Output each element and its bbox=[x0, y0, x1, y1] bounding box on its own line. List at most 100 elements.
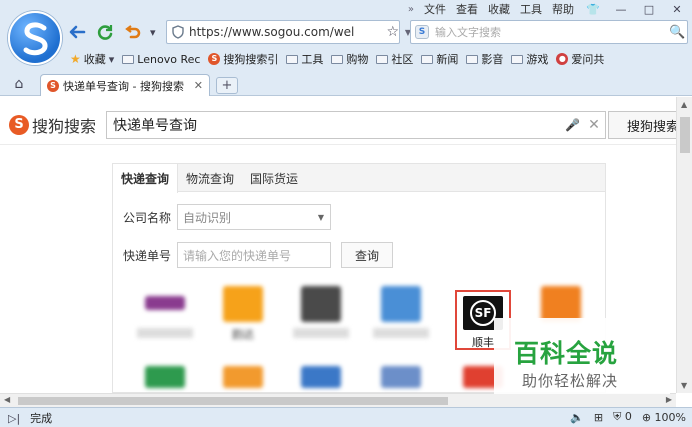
bookmark-label: 搜狗搜索引 bbox=[223, 53, 279, 66]
shield-icon bbox=[172, 25, 184, 39]
courier-logo[interactable] bbox=[223, 366, 263, 388]
bookmark-item[interactable]: 游戏 bbox=[511, 51, 548, 67]
folder-icon bbox=[511, 54, 524, 64]
menu-help[interactable]: 帮助 bbox=[552, 1, 574, 17]
search-engine-icon[interactable]: S bbox=[415, 25, 429, 39]
bookmark-item[interactable]: 影音 bbox=[466, 51, 503, 67]
person-icon: ● bbox=[556, 53, 569, 65]
tab-favicon-icon: S bbox=[47, 79, 59, 92]
scroll-thumb[interactable] bbox=[680, 117, 690, 153]
speaker-icon[interactable]: 🔈 bbox=[570, 411, 584, 424]
company-row: 公司名称 自动识别 ▼ bbox=[123, 204, 332, 230]
chevron-down-icon: ▾ bbox=[108, 52, 115, 66]
close-tab-icon[interactable]: ✕ bbox=[194, 79, 203, 92]
folder-icon bbox=[421, 54, 434, 64]
minimize-icon[interactable]: — bbox=[612, 3, 630, 16]
query-button[interactable]: 查询 bbox=[341, 242, 394, 268]
address-url[interactable]: https://www.sogou.com/wel bbox=[189, 25, 382, 39]
favorites-star-icon: ★ bbox=[70, 52, 81, 66]
sogou-small-icon: S bbox=[208, 53, 221, 65]
sogou-search-button[interactable]: 搜狗搜索 bbox=[608, 111, 676, 139]
tab-international[interactable]: 国际货运 bbox=[242, 164, 306, 192]
scroll-up-icon[interactable]: ▲ bbox=[681, 100, 687, 109]
menu-view[interactable]: 查看 bbox=[456, 1, 478, 17]
undo-icon bbox=[125, 25, 141, 39]
bookmark-star-icon[interactable]: ☆ bbox=[386, 24, 399, 40]
home-icon[interactable]: ⌂ bbox=[10, 76, 28, 92]
blocked-count: 0 bbox=[624, 410, 632, 423]
bookmark-item[interactable]: S 搜狗搜索引 bbox=[208, 51, 278, 67]
bookmark-item[interactable]: ● 爱问共 bbox=[556, 51, 604, 67]
toolbar-search-box[interactable]: S 输入文字搜索 🔍 bbox=[410, 20, 688, 44]
zoom-control[interactable]: ⊕ 100% bbox=[642, 411, 686, 424]
bookmark-item[interactable]: 新闻 bbox=[421, 51, 458, 67]
sogou-header: S 搜狗搜索 快递单号查询 🎤 ✕ 搜狗搜索 bbox=[0, 97, 676, 145]
undo-close-button[interactable] bbox=[122, 21, 144, 43]
menu-file[interactable]: 文件 bbox=[424, 1, 446, 17]
folder-icon bbox=[331, 54, 344, 64]
bookmark-item[interactable]: 工具 bbox=[286, 51, 323, 67]
courier-logo[interactable] bbox=[381, 286, 421, 322]
query-text[interactable]: 快递单号查询 bbox=[113, 115, 565, 135]
vertical-scrollbar[interactable]: ▲ ▼ bbox=[676, 97, 692, 393]
new-tab-button[interactable]: + bbox=[216, 77, 238, 94]
bookmark-label: 游戏 bbox=[526, 53, 549, 66]
bookmark-item[interactable]: 购物 bbox=[331, 51, 368, 67]
more-chevron-icon[interactable]: » bbox=[408, 4, 414, 15]
bookmark-label: 购物 bbox=[346, 53, 369, 66]
tab-logistics[interactable]: 物流查询 bbox=[178, 164, 242, 192]
sidebar-toggle-icon[interactable]: ▷| bbox=[8, 412, 20, 425]
scroll-left-icon[interactable]: ◀ bbox=[4, 395, 10, 404]
back-button[interactable] bbox=[66, 21, 88, 43]
search-icon[interactable]: 🔍 bbox=[669, 25, 687, 40]
scroll-down-icon[interactable]: ▼ bbox=[681, 381, 687, 390]
bookmark-label: 工具 bbox=[301, 53, 324, 66]
watermark: 百科全说 助你轻松解决 bbox=[494, 318, 670, 394]
courier-logo[interactable] bbox=[541, 286, 581, 322]
courier-logo[interactable] bbox=[381, 366, 421, 388]
query-input[interactable]: 快递单号查询 🎤 ✕ bbox=[106, 111, 606, 139]
folder-icon bbox=[466, 54, 479, 64]
bookmark-item[interactable]: Lenovo Rec bbox=[122, 53, 200, 66]
sogou-brand-text: 搜狗搜索 bbox=[32, 117, 97, 136]
horizontal-scrollbar[interactable]: ◀ ▶ bbox=[0, 393, 676, 407]
microphone-icon[interactable]: 🎤 bbox=[565, 118, 583, 132]
menu-favorites[interactable]: 收藏 bbox=[488, 1, 510, 17]
tracking-number-input[interactable]: 请输入您的快递单号 bbox=[177, 242, 332, 268]
bookmark-label: 新闻 bbox=[436, 53, 459, 66]
toolbar-search-input[interactable]: 输入文字搜索 bbox=[435, 24, 663, 40]
courier-logo[interactable] bbox=[145, 296, 185, 310]
scroll-thumb[interactable] bbox=[18, 397, 448, 405]
company-label: 公司名称 bbox=[123, 210, 172, 225]
browser-toolbar: » 文件 查看 收藏 工具 帮助 👕 — □ ✕ ▾ https://www.s… bbox=[0, 0, 692, 96]
close-window-icon[interactable]: ✕ bbox=[668, 3, 686, 16]
courier-logo[interactable] bbox=[301, 366, 341, 388]
courier-logo-yunda[interactable] bbox=[223, 286, 263, 322]
tab-title: 快递单号查询 - 搜狗搜索 bbox=[63, 79, 184, 93]
maximize-icon[interactable]: □ bbox=[640, 3, 658, 16]
tab-strip: ⌂ S 快递单号查询 - 搜狗搜索 ✕ + bbox=[0, 72, 692, 96]
bookmark-favorites[interactable]: ★ 收藏 ▾ bbox=[70, 51, 114, 67]
bookmark-item[interactable]: 社区 bbox=[376, 51, 413, 67]
clear-icon[interactable]: ✕ bbox=[583, 117, 605, 133]
address-bar[interactable]: https://www.sogou.com/wel ☆ bbox=[166, 20, 400, 44]
sogou-search-logo[interactable]: S 搜狗搜索 bbox=[9, 113, 96, 137]
extension-icon[interactable]: ⊞ bbox=[594, 411, 603, 424]
watermark-title: 百科全说 bbox=[514, 339, 619, 368]
refresh-button[interactable] bbox=[94, 21, 116, 43]
bookmark-label: 收藏 bbox=[83, 53, 106, 66]
tab-active[interactable]: S 快递单号查询 - 搜狗搜索 ✕ bbox=[40, 74, 210, 96]
back-arrow-icon bbox=[69, 25, 86, 39]
company-select[interactable]: 自动识别 ▼ bbox=[177, 204, 332, 230]
skin-shirt-icon[interactable]: 👕 bbox=[584, 3, 602, 16]
menu-tools[interactable]: 工具 bbox=[520, 1, 542, 17]
chevron-down-icon: ▼ bbox=[317, 213, 325, 222]
scroll-right-icon[interactable]: ▶ bbox=[666, 395, 672, 404]
bookmarks-bar: ★ 收藏 ▾ Lenovo Rec S 搜狗搜索引 工具 购物 社区 新闻 影音 … bbox=[70, 49, 604, 69]
tab-express[interactable]: 快递查询 bbox=[113, 164, 179, 193]
courier-logo[interactable] bbox=[145, 366, 185, 388]
undo-dropdown-icon[interactable]: ▾ bbox=[150, 26, 156, 39]
shield-status-icon[interactable]: ⛨ 0 bbox=[613, 410, 632, 424]
courier-logo[interactable] bbox=[301, 286, 341, 322]
courier-name bbox=[137, 328, 193, 338]
